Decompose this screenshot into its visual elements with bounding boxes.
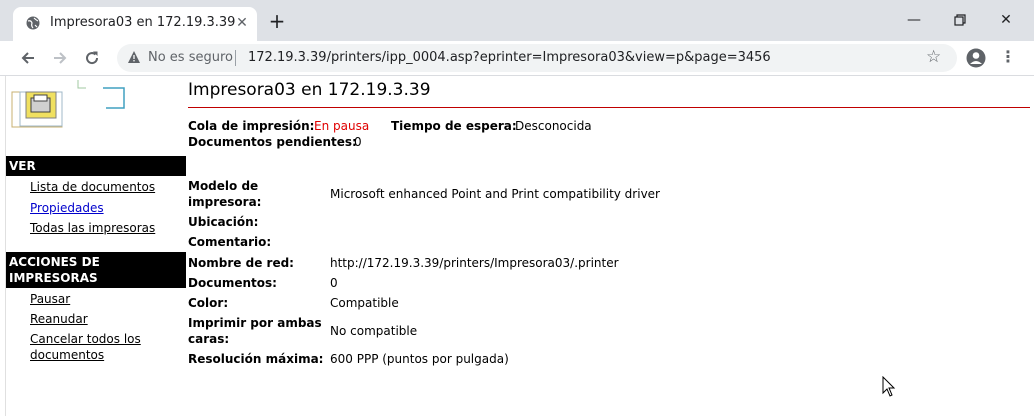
prop-value-resolucion: 600 PPP (puntos por pulgada): [330, 352, 509, 366]
star-icon[interactable]: ☆: [926, 47, 941, 67]
tab-close-icon[interactable]: ✕: [232, 13, 252, 33]
warning-icon: [128, 51, 140, 63]
sidebar-link-reanudar[interactable]: Reanudar: [30, 311, 88, 327]
menu-dots-icon[interactable]: ⋮: [1000, 47, 1016, 66]
acciones-header-line1: ACCIONES DE: [9, 255, 100, 269]
wait-value: Desconocida: [515, 119, 592, 133]
pending-value: 0: [354, 135, 362, 149]
left-border: [5, 76, 6, 416]
wait-label: Tiempo de espera:: [391, 119, 517, 133]
url-text[interactable]: 172.19.3.39/printers/ipp_0004.asp?eprint…: [248, 50, 771, 65]
queue-status: En pausa: [314, 119, 370, 133]
browser-tab[interactable]: Impresora03 en 172.19.3.39 ✕: [13, 7, 257, 41]
new-tab-button[interactable]: +: [266, 10, 288, 32]
prop-label-duplex-1: Imprimir por ambas: [188, 316, 322, 330]
reload-icon: [86, 51, 99, 65]
browser-toolbar: No es seguro 172.19.3.39/printers/ipp_00…: [0, 41, 1034, 76]
queue-label: Cola de impresión:: [188, 119, 315, 133]
arrow-left-icon: [21, 52, 34, 64]
pending-label: Documentos pendientes:: [188, 135, 357, 149]
sidebar-link-lista-documentos[interactable]: Lista de documentos: [30, 179, 155, 195]
prop-value-nombre-red: http://172.19.3.39/printers/Impresora03/…: [330, 256, 619, 270]
prop-label-documentos: Documentos:: [188, 276, 277, 290]
prop-label-modelo-2: impresora:: [188, 195, 262, 209]
arrow-right-icon: [54, 52, 67, 64]
acciones-header: ACCIONES DE IMPRESORAS: [6, 252, 186, 288]
title-rule: [188, 107, 1030, 108]
prop-label-nombre-red: Nombre de red:: [188, 256, 294, 270]
profile-icon[interactable]: [966, 48, 986, 68]
prop-label-ubicacion: Ubicación:: [188, 215, 259, 229]
prop-label-comentario: Comentario:: [188, 235, 272, 249]
sidebar-link-todas-impresoras[interactable]: Todas las impresoras: [30, 220, 155, 236]
prop-value-duplex: No compatible: [330, 324, 418, 338]
prop-value-documentos: 0: [330, 276, 338, 290]
address-bar[interactable]: No es seguro 172.19.3.39/printers/ipp_00…: [117, 44, 957, 72]
omnibox-divider: [235, 50, 236, 66]
mouse-cursor-icon: [882, 376, 896, 397]
tab-title: Impresora03 en 172.19.3.39: [50, 15, 236, 30]
ver-header: VER: [6, 156, 186, 176]
restore-icon: [954, 14, 966, 26]
prop-label-duplex-2: caras:: [188, 332, 230, 346]
sidebar-link-cancelar-documentos[interactable]: documentos: [30, 347, 104, 363]
reload-button[interactable]: [79, 45, 105, 71]
back-button[interactable]: [15, 45, 41, 71]
prop-label-resolucion: Resolución máxima:: [188, 352, 324, 366]
prop-label-color: Color:: [188, 296, 229, 310]
sidebar-link-propiedades[interactable]: Propiedades: [30, 200, 104, 216]
tab-strip: Impresora03 en 172.19.3.39 ✕ + — ✕: [0, 0, 1034, 41]
page-title: Impresora03 en 172.19.3.39: [188, 80, 431, 100]
not-secure-label: No es seguro: [148, 50, 233, 65]
prop-label-modelo-1: Modelo de: [188, 179, 259, 193]
minimize-button[interactable]: —: [891, 6, 937, 34]
forward-button[interactable]: [47, 45, 73, 71]
sidebar-link-cancelar-todos[interactable]: Cancelar todos los: [30, 331, 141, 347]
sidebar-link-pausar[interactable]: Pausar: [30, 291, 70, 307]
prop-value-color: Compatible: [330, 296, 399, 310]
globe-icon: [26, 16, 40, 30]
window-close-button[interactable]: ✕: [983, 6, 1029, 34]
restore-button[interactable]: [937, 6, 983, 34]
page-content: VER Lista de documentos Propiedades Toda…: [0, 76, 1034, 416]
printer-logo-icon: [11, 80, 125, 128]
acciones-header-line2: IMPRESORAS: [9, 271, 98, 285]
prop-value-modelo: Microsoft enhanced Point and Print compa…: [330, 187, 660, 201]
